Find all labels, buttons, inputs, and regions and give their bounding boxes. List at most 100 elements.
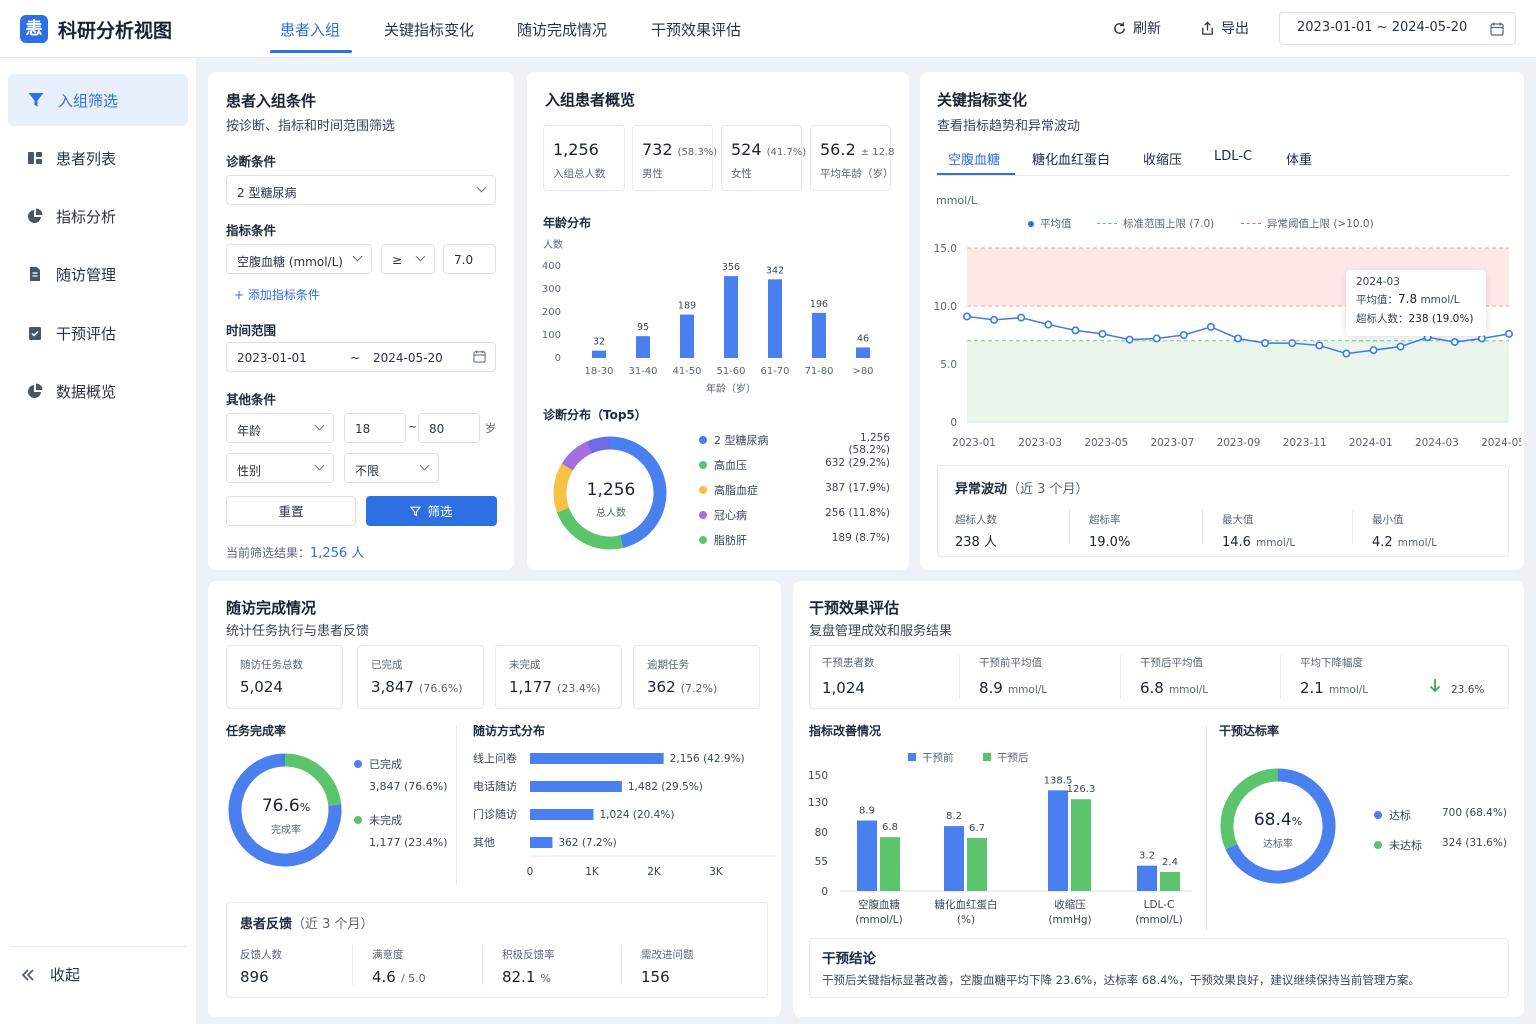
tab-enroll[interactable]: 患者入组 (280, 19, 340, 40)
key-tabs-divider (937, 175, 1510, 176)
sidebar-item-intervention[interactable]: 干预评估 (8, 307, 188, 359)
fb-divider (352, 945, 353, 985)
indicator-value-input[interactable]: 7.0 (443, 244, 496, 274)
feedback-stat-label: 积极反馈率 (502, 947, 555, 962)
effect-divider (1206, 725, 1207, 930)
abn-label: 最小值 (1372, 514, 1404, 526)
ef-label: 干预后平均值 (1140, 657, 1203, 669)
export-button[interactable]: 导出 (1200, 18, 1249, 38)
tab-effect[interactable]: 干预效果评估 (651, 19, 741, 40)
tab-key-indicators[interactable]: 关键指标变化 (384, 19, 474, 40)
overview-stat-label: 入组总人数 (553, 166, 606, 181)
fb-value: 4.6 (372, 968, 396, 986)
sidebar-item-data-overview[interactable]: 数据概览 (8, 365, 188, 417)
export-label: 导出 (1221, 21, 1249, 37)
fu-pct: (76.6%) (419, 682, 463, 695)
age-x-tick: 31-40 (628, 366, 657, 377)
ef-value: 8.9 (979, 679, 1003, 697)
abn-divider (1069, 510, 1070, 544)
method-bar (530, 809, 594, 820)
sidebar-item-indicator-analysis[interactable]: 指标分析 (8, 190, 188, 242)
fb-unit: % (540, 972, 551, 985)
abn-stat-label: 最小值 (1372, 512, 1404, 527)
indicator-select[interactable]: 空腹血糖 (mmol/L) (226, 244, 372, 274)
time-range-picker[interactable]: 2023-01-01 ~ 2024-05-20 (226, 342, 496, 372)
age-field-select[interactable]: 年龄 (226, 413, 334, 443)
age-x-label: 年龄（岁） (706, 382, 756, 395)
reach-legend-value: 324 (31.6%) (1442, 837, 1507, 849)
age-bar (680, 314, 694, 358)
fb-unit: / 5.0 (400, 972, 426, 985)
patient-list-icon (28, 152, 42, 164)
diagnosis-select[interactable]: 2 型糖尿病 (226, 175, 496, 205)
effect-title: 干预效果评估 (809, 599, 900, 617)
reset-button[interactable]: 重置 (226, 496, 356, 526)
sex-field-select[interactable]: 性别 (226, 453, 334, 483)
sidebar-item-patient-list[interactable]: 患者列表 (8, 132, 188, 184)
key-tab-ldl[interactable]: LDL-C (1214, 149, 1252, 164)
age-min-input[interactable]: 18 (344, 413, 406, 443)
refresh-icon (1114, 21, 1125, 34)
stat-label: 男性 (642, 168, 663, 180)
feedback-stat-label: 满意度 (372, 947, 404, 962)
key-tab-hba1c[interactable]: 糖化血红蛋白 (1032, 149, 1110, 168)
completion-rate-center: 76.6% (250, 796, 322, 816)
age-max-input[interactable]: 80 (418, 413, 480, 443)
collapse-sidebar-button[interactable]: 收起 (20, 964, 80, 985)
avg-point (1071, 326, 1080, 335)
sidebar-item-followup[interactable]: 随访管理 (8, 248, 188, 300)
time-end: 2024-05-20 (373, 351, 443, 365)
global-date-range[interactable]: 2023-01-01 ~ 2024-05-20 (1279, 12, 1516, 45)
method-x-tick: 3K (709, 866, 724, 878)
line-x-tick: 2024-01 (1349, 437, 1393, 449)
time-separator: ~ (350, 351, 361, 365)
fb-value: 156 (641, 968, 670, 986)
stat-label: 入组总人数 (553, 168, 606, 180)
abnormal-title-text: 异常波动 (955, 482, 1008, 497)
feedback-title: 患者反馈（近 3 个月） (240, 913, 374, 932)
improve-bar (1071, 799, 1091, 891)
date-range-text: 2023-01-01 ~ 2024-05-20 (1297, 20, 1468, 35)
add-condition-link[interactable]: + 添加指标条件 (234, 286, 320, 303)
feedback-stat-label: 反馈人数 (240, 947, 282, 962)
abn-stat-value: 4.2 mmol/L (1372, 531, 1437, 550)
line-x-tick: 2023-03 (1018, 437, 1062, 449)
abn-value: 19.0% (1089, 535, 1131, 550)
diag-legend-label: 2 型糖尿病 (714, 434, 769, 447)
fb-label: 积极反馈率 (502, 949, 555, 961)
key-tab-weight[interactable]: 体重 (1286, 149, 1312, 168)
reach-legend-label: 达标 (1389, 809, 1411, 822)
diag-donut-sub: 总人数 (596, 508, 626, 519)
improve-bar-label: 126.3 (1067, 784, 1096, 795)
sex-value: 不限 (355, 464, 380, 478)
sidebar-item-enroll-filter[interactable]: 入组筛选 (8, 74, 188, 126)
improve-title: 指标改善情况 (809, 724, 882, 738)
method-bar (530, 781, 622, 792)
overview-stat-value: 1,256 (553, 140, 599, 159)
legend-after-label: 干预后 (997, 752, 1029, 764)
effect-stat-value: 8.9 mmol/L (979, 678, 1047, 697)
age-x-tick: 71-80 (804, 366, 833, 377)
improve-x-unit: (%) (957, 914, 975, 926)
followup-stat-label: 随访任务总数 (240, 657, 303, 672)
double-chevron-left-icon (21, 968, 34, 981)
calendar-icon (1490, 22, 1504, 36)
operator-select[interactable]: ≥ (381, 244, 435, 274)
key-tab-sbp[interactable]: 收缩压 (1143, 149, 1182, 168)
age-y-label: 人数 (543, 238, 563, 251)
chevron-down-icon (476, 182, 487, 193)
improve-x-unit: (mmHg) (1048, 914, 1091, 926)
key-tab-fasting-glucose[interactable]: 空腹血糖 (948, 149, 1000, 168)
tab-followup[interactable]: 随访完成情况 (517, 19, 607, 40)
filter-button[interactable]: 筛选 (366, 496, 497, 526)
enroll-title: 患者入组条件 (226, 92, 317, 110)
refresh-button[interactable]: 刷新 (1112, 18, 1161, 38)
feedback-period: （近 3 个月） (292, 917, 374, 932)
age-x-tick: >80 (852, 366, 873, 377)
age-bar-label: 32 (593, 337, 605, 348)
fu-pct: (23.4%) (557, 682, 601, 695)
sex-value-select[interactable]: 不限 (344, 453, 439, 483)
abn-divider (1202, 510, 1203, 544)
chevron-down-icon (419, 460, 430, 471)
pie-chart-icon (28, 383, 43, 398)
